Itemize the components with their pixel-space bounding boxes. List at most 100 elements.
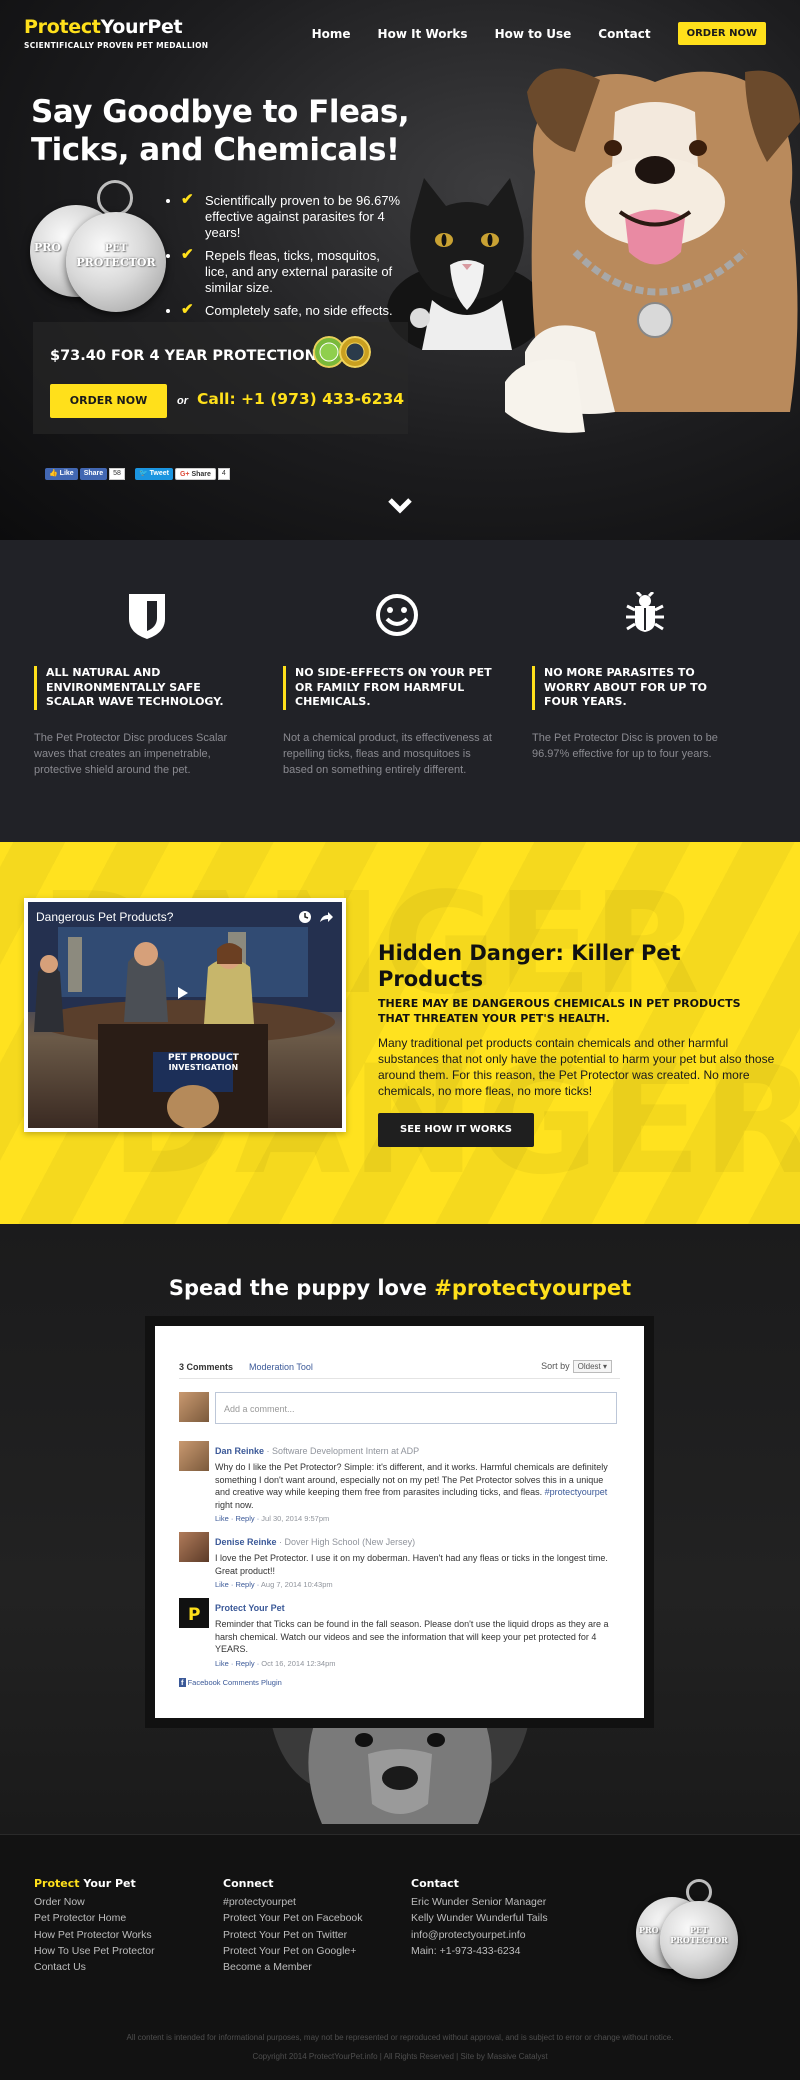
dog-image	[505, 68, 800, 433]
like-link[interactable]: Like	[215, 1580, 229, 1589]
add-comment-input[interactable]: Add a comment...	[215, 1392, 617, 1424]
commenter-name[interactable]: Dan Reinke	[215, 1446, 264, 1456]
nav-home[interactable]: Home	[312, 27, 351, 41]
commenter-meta: · Dover High School (New Jersey)	[276, 1537, 416, 1547]
brand-name: ProtectYourPet	[24, 16, 208, 38]
bug-icon	[626, 592, 664, 632]
commenter-meta: · Software Development Intern at ADP	[264, 1446, 420, 1456]
google-plus-count: 4	[217, 468, 230, 480]
video-title: Dangerous Pet Products?	[36, 910, 174, 924]
footer-contact-kelly: Kelly Wunder Wunderful Tails	[411, 1912, 548, 1925]
nav-how-to-use[interactable]: How to Use	[495, 27, 572, 41]
p-logo-icon: P	[188, 1605, 200, 1625]
hashtag-link[interactable]: #protectyourpet	[545, 1487, 608, 1497]
danger-title: Hidden Danger: Killer Pet Products	[378, 941, 681, 991]
shield-icon	[129, 594, 165, 639]
social-share-bar: 👍 Like Share 58 🐦 Tweet G+ Share 4	[45, 468, 240, 480]
avatar	[179, 1532, 209, 1562]
footer-link-contact[interactable]: Contact Us	[34, 1959, 155, 1975]
tweet-button[interactable]: 🐦 Tweet	[134, 468, 173, 480]
comment-date[interactable]: Aug 7, 2014 10:43pm	[261, 1580, 333, 1589]
reply-link[interactable]: Reply	[235, 1580, 254, 1589]
brand-tagline: SCIENTIFICALLY PROVEN PET MEDALLION	[24, 41, 209, 50]
video-banner: PET PRODUCT INVESTIGATION	[168, 1053, 239, 1072]
footer-medal-text-1: PET	[689, 1925, 709, 1935]
commenter-name[interactable]: Denise Reinke	[215, 1537, 277, 1547]
footer-phone[interactable]: Main: +1-973-433-6234	[411, 1943, 548, 1959]
footer-link-home[interactable]: Pet Protector Home	[34, 1910, 155, 1926]
feature-title: NO SIDE-EFFECTS ON YOUR PET OR FAMILY FR…	[283, 666, 493, 710]
feature-natural: ALL NATURAL AND ENVIRONMENTALLY SAFE SCA…	[34, 666, 244, 778]
share-arrow-icon[interactable]	[318, 910, 334, 924]
avatar	[179, 1392, 209, 1422]
like-link[interactable]: Like	[215, 1659, 229, 1668]
footer-link-hashtag[interactable]: #protectyourpet	[223, 1894, 363, 1910]
footer-col-contact: Contact Eric Wunder Senior Manager Kelly…	[411, 1877, 548, 1959]
footer-copyright: Copyright 2014 ProtectYourPet.info | All…	[252, 2052, 548, 2061]
facebook-comments-plugin-link[interactable]: f Facebook Comments Plugin	[179, 1678, 282, 1687]
puppy-love-title-text: Spead the puppy love	[168, 1276, 435, 1300]
avatar	[179, 1441, 209, 1471]
medal-front-text-1: PET	[104, 243, 128, 254]
check-icon: ✔	[181, 301, 194, 318]
footer-link-how-it-works[interactable]: How Pet Protector Works	[34, 1927, 155, 1943]
google-plus-share-button[interactable]: G+ Share	[174, 468, 216, 480]
commenter-name[interactable]: Protect Your Pet	[215, 1603, 285, 1613]
facebook-icon: f	[179, 1678, 186, 1687]
news-studio-image	[28, 902, 342, 1128]
feature-body: The Pet Protector Disc is proven to be 9…	[532, 731, 718, 760]
facebook-comments-frame: 3 Comments Moderation Tool Sort by Oldest…	[145, 1316, 654, 1728]
facebook-like-label: Like	[59, 470, 74, 477]
facebook-share-button[interactable]: Share	[79, 468, 108, 480]
footer-heading-part2: Your Pet	[79, 1877, 136, 1890]
plugin-label: Facebook Comments Plugin	[187, 1678, 282, 1687]
footer-heading: Connect	[223, 1877, 274, 1890]
facebook-like-button[interactable]: 👍 Like	[45, 468, 78, 480]
video-player[interactable]: Dangerous Pet Products? PET PRODUCT INVE…	[24, 898, 346, 1132]
comment-body: Denise Reinke · Dover High School (New J…	[215, 1532, 619, 1589]
brand-logo[interactable]: ProtectYourPet SCIENTIFICALLY PROVEN PET…	[24, 16, 208, 50]
clock-icon[interactable]	[298, 910, 312, 924]
moderation-tool-link[interactable]: Moderation Tool	[249, 1362, 313, 1372]
reply-link[interactable]: Reply	[235, 1514, 254, 1523]
video-thumbnail: Dangerous Pet Products? PET PRODUCT INVE…	[28, 902, 342, 1128]
hero-order-now-button[interactable]: ORDER NOW	[50, 384, 167, 418]
comment-actions: Like · Reply · Jul 30, 2014 9:57pm	[215, 1514, 330, 1523]
comments-section: Spead the puppy love #protectyourpet 3 C…	[0, 1224, 800, 1834]
check-icon: ✔	[181, 246, 194, 263]
hero-benefits-list: ✔ Scientifically proven to be 96.67% effe…	[181, 191, 406, 326]
comment-date[interactable]: Jul 30, 2014 9:57pm	[261, 1514, 329, 1523]
like-link[interactable]: Like	[215, 1514, 229, 1523]
comment-text: Why do I like the Pet Protector? Simple:…	[215, 1461, 619, 1511]
scroll-down-chevron-icon[interactable]	[386, 495, 414, 517]
tweet-label: Tweet	[149, 470, 169, 477]
benefit-text: Scientifically proven to be 96.67% effec…	[205, 193, 401, 240]
benefit-text: Completely safe, no side effects.	[205, 303, 393, 318]
reply-link[interactable]: Reply	[235, 1659, 254, 1668]
comment-date[interactable]: Oct 16, 2014 12:34pm	[261, 1659, 335, 1668]
benefit-item: ✔ Completely safe, no side effects.	[181, 301, 406, 319]
sort-select[interactable]: Oldest ▾	[572, 1360, 612, 1373]
footer-link-twitter[interactable]: Protect Your Pet on Twitter	[223, 1927, 363, 1943]
sort-by: Sort by Oldest ▾	[541, 1360, 612, 1373]
footer-link-facebook[interactable]: Protect Your Pet on Facebook	[223, 1910, 363, 1926]
nav-contact[interactable]: Contact	[598, 27, 650, 41]
nav-order-now-button[interactable]: ORDER NOW	[677, 22, 766, 45]
comment-text: I love the Pet Protector. I use it on my…	[215, 1553, 608, 1576]
call-phone-link[interactable]: Call: +1 (973) 433-6234	[197, 390, 404, 408]
check-icon: ✔	[181, 191, 194, 208]
footer-link-how-to-use[interactable]: How To Use Pet Protector	[34, 1943, 155, 1959]
or-text: or	[177, 395, 188, 407]
nav-how-it-works[interactable]: How It Works	[378, 27, 468, 41]
footer-link-google-plus[interactable]: Protect Your Pet on Google+	[223, 1943, 363, 1959]
footer-link-order-now[interactable]: Order Now	[34, 1894, 155, 1910]
footer-link-become-member[interactable]: Become a Member	[223, 1959, 363, 1975]
google-plus-label: Share	[191, 471, 211, 478]
footer-col-site: Protect Your Pet Order Now Pet Protector…	[34, 1877, 155, 1975]
see-how-it-works-button[interactable]: SEE HOW IT WORKS	[378, 1113, 534, 1147]
footer-email-link[interactable]: info@protectyourpet.info	[411, 1927, 548, 1943]
features-section: ALL NATURAL AND ENVIRONMENTALLY SAFE SCA…	[0, 540, 800, 842]
sort-value: Oldest	[577, 1362, 601, 1371]
video-banner-line2: INVESTIGATION	[168, 1063, 239, 1072]
comment-actions: Like · Reply · Oct 16, 2014 12:34pm	[215, 1658, 336, 1668]
